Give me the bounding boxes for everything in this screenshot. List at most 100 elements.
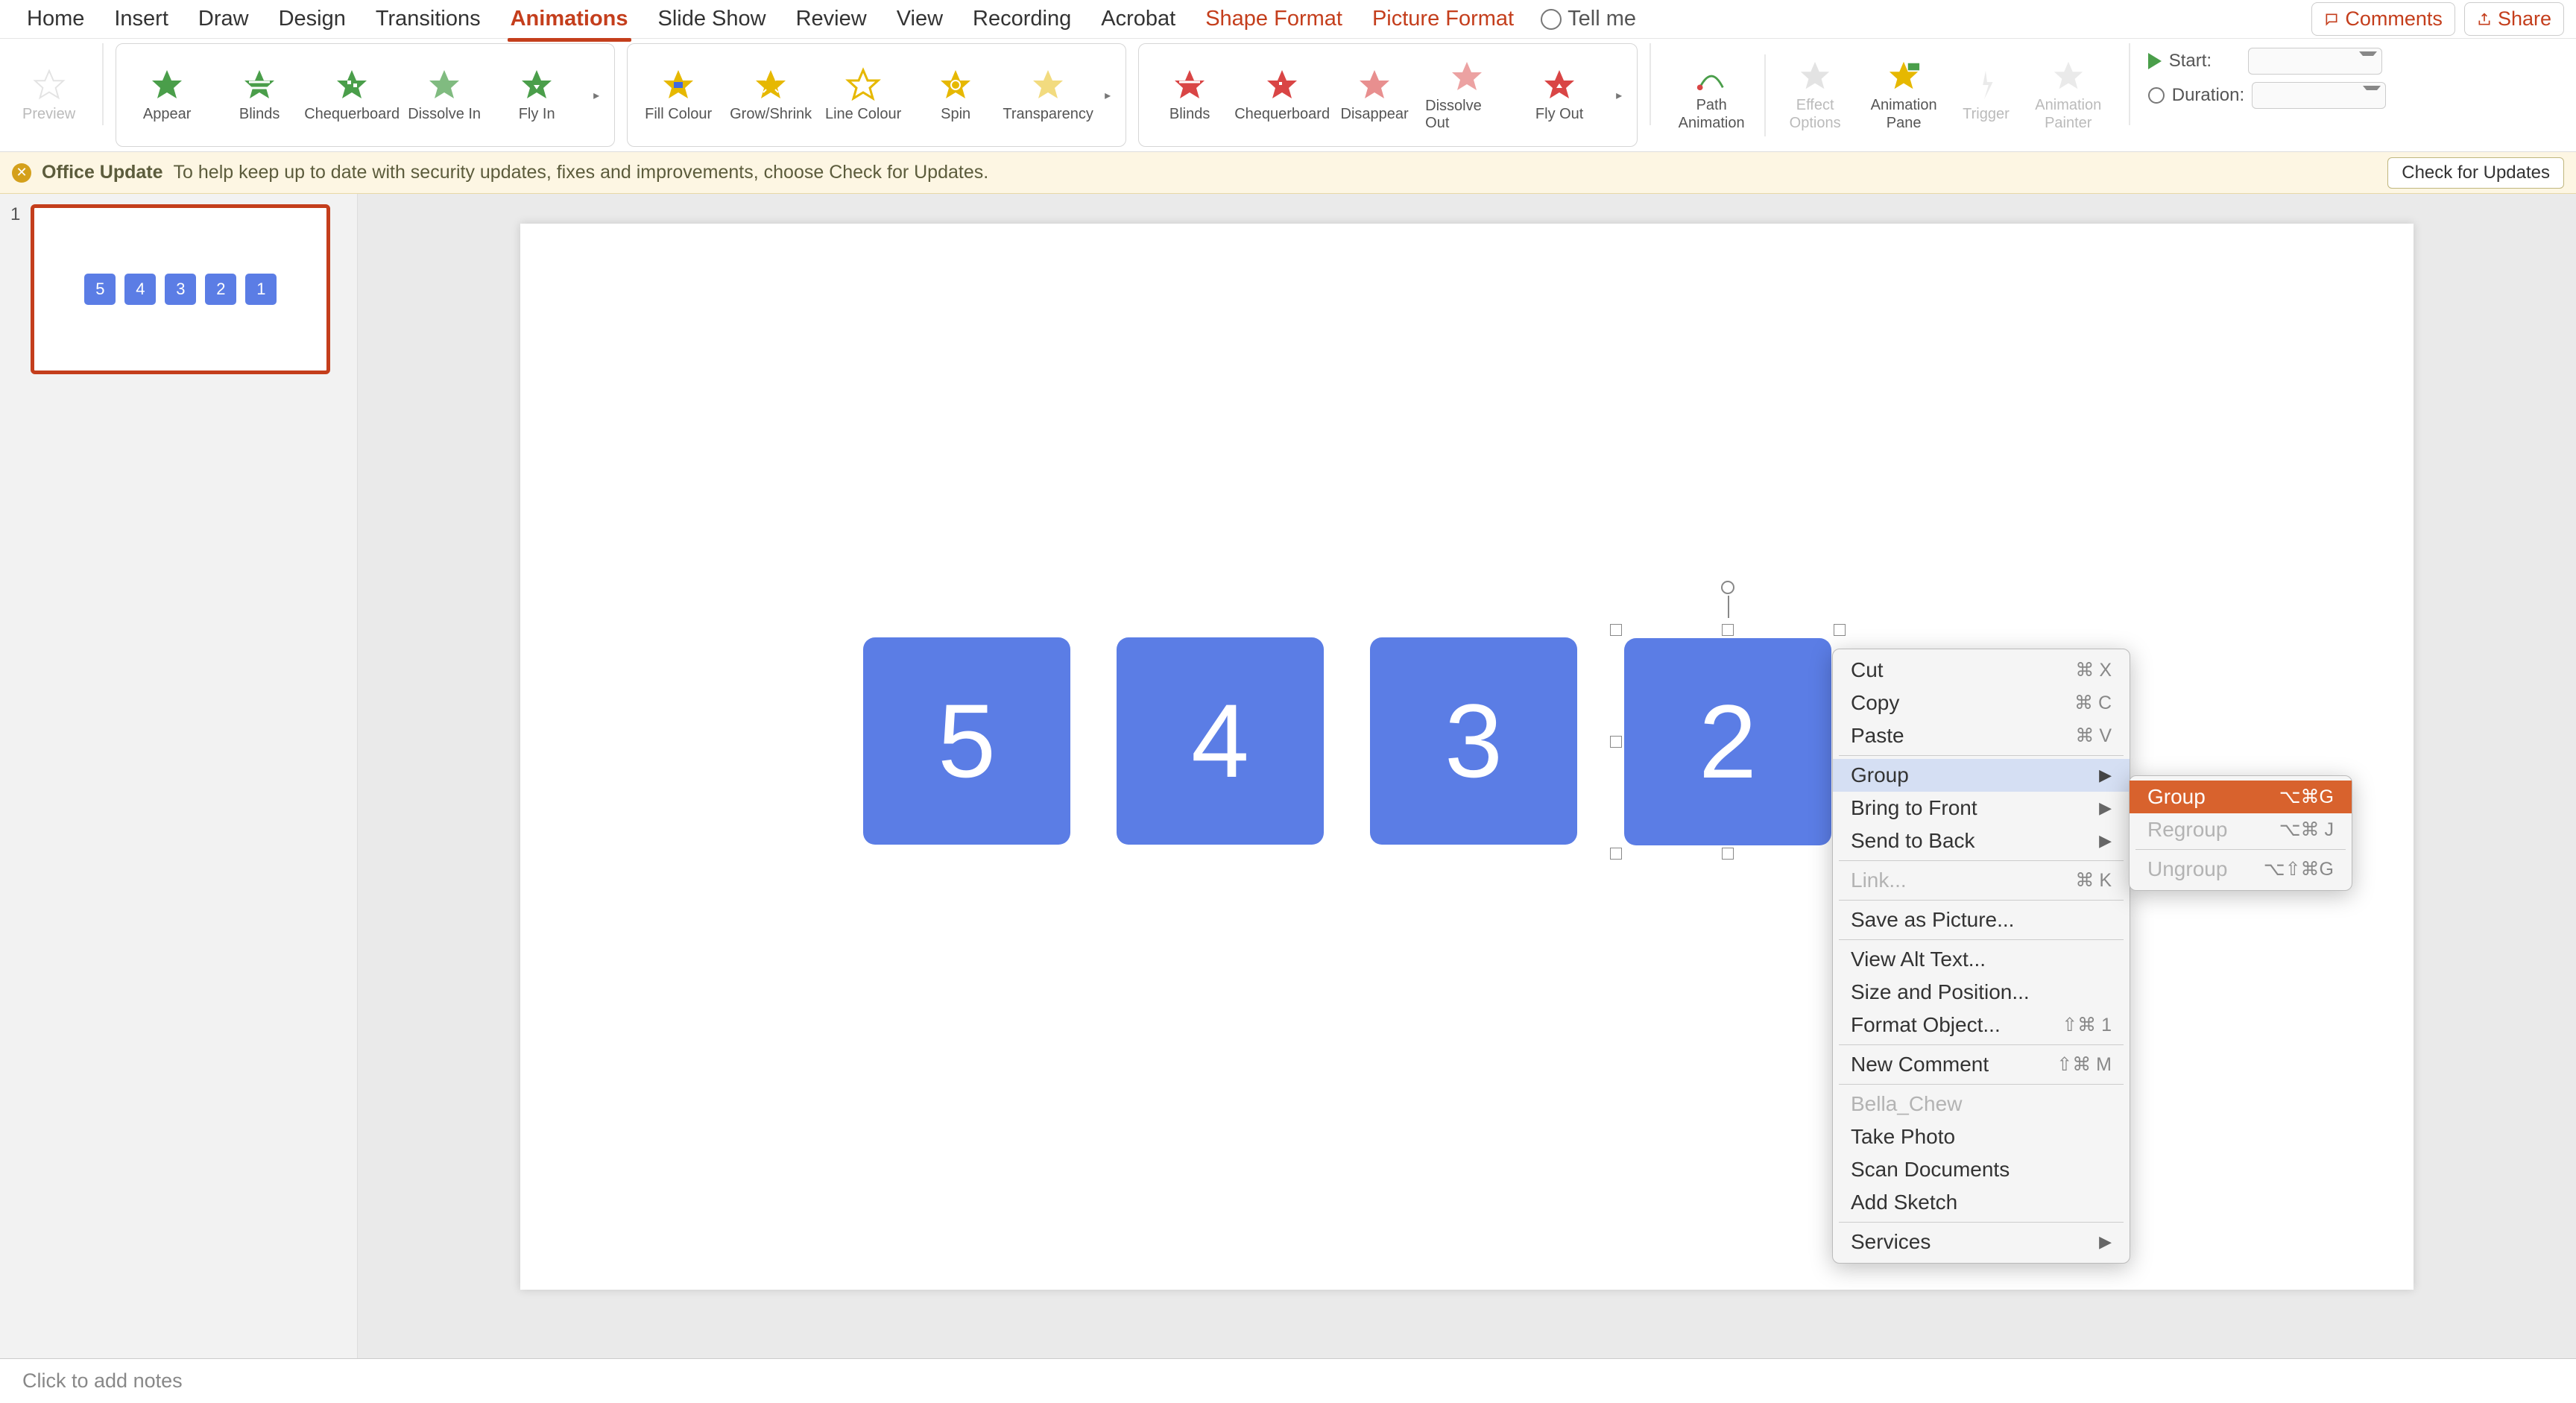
effect-dissolve-out[interactable]: Dissolve Out: [1425, 59, 1509, 132]
effect-options-button[interactable]: Effect Options: [1779, 56, 1851, 135]
menu-copy[interactable]: Copy⌘ C: [1833, 687, 2130, 719]
tab-animations[interactable]: Animations: [496, 0, 643, 40]
menu-bring-front[interactable]: Bring to Front▶: [1833, 792, 2130, 825]
thumb-shape: 4: [124, 274, 156, 305]
tab-slide-show[interactable]: Slide Show: [643, 0, 781, 40]
menu-services[interactable]: Services▶: [1833, 1226, 2130, 1258]
menu-separator: [1839, 1044, 2124, 1045]
duration-label: Duration:: [2172, 85, 2244, 106]
thumb-shape: 3: [165, 274, 196, 305]
slide-canvas[interactable]: 5 4 3 2 Cut⌘ X Copy⌘ C Paste⌘ V: [520, 224, 2414, 1290]
tab-review[interactable]: Review: [781, 0, 882, 40]
ribbon-tabs: Home Insert Draw Design Transitions Anim…: [0, 0, 2576, 39]
star-green-icon: [149, 67, 185, 103]
star-red-icon: [1357, 67, 1392, 103]
effect-dissolve-in[interactable]: Dissolve In: [402, 67, 486, 123]
effect-chequerboard-exit[interactable]: Chequerboard: [1240, 67, 1324, 123]
timing-group: Start: Duration:: [2142, 43, 2392, 147]
star-yellow-icon: [845, 67, 881, 103]
menu-save-picture[interactable]: Save as Picture...: [1833, 904, 2130, 936]
menu-separator: [1839, 1084, 2124, 1085]
trigger-button[interactable]: Trigger: [1957, 65, 2015, 126]
effect-grow-shrink[interactable]: Grow/Shrink: [729, 67, 812, 123]
effect-fly-in[interactable]: Fly In: [495, 67, 578, 123]
animation-pane-button[interactable]: Animation Pane: [1864, 56, 1943, 135]
resize-handle-nw[interactable]: [1610, 624, 1622, 636]
effect-blinds[interactable]: Blinds: [218, 67, 301, 123]
play-icon: [2148, 53, 2162, 69]
tell-me-label: Tell me: [1568, 7, 1636, 31]
effect-line-colour[interactable]: Line Colour: [821, 67, 905, 123]
effect-fill-colour[interactable]: Fill Colour: [637, 67, 720, 123]
check-updates-button[interactable]: Check for Updates: [2387, 157, 2564, 189]
menu-new-comment[interactable]: New Comment⇧⌘ M: [1833, 1048, 2130, 1081]
animation-painter-button[interactable]: Animation Painter: [2029, 56, 2108, 135]
slide-thumbnail-1[interactable]: 5 4 3 2 1: [31, 204, 330, 374]
duration-input[interactable]: [2252, 82, 2386, 109]
tab-recording[interactable]: Recording: [958, 0, 1086, 40]
slide-thumbnail-panel: 1 5 4 3 2 1: [0, 194, 358, 1358]
shape-3[interactable]: 3: [1370, 637, 1577, 845]
menu-send-back[interactable]: Send to Back▶: [1833, 825, 2130, 857]
resize-handle-s[interactable]: [1722, 848, 1734, 860]
tab-draw[interactable]: Draw: [183, 0, 264, 40]
resize-handle-n[interactable]: [1722, 624, 1734, 636]
advanced-animation-group: Path Animation Effect Options Animation …: [1663, 43, 2117, 147]
effect-disappear[interactable]: Disappear: [1333, 67, 1416, 123]
tell-me-search[interactable]: Tell me: [1541, 7, 1636, 31]
menu-alt-text[interactable]: View Alt Text...: [1833, 943, 2130, 976]
exit-more-dropdown[interactable]: ▸: [1610, 62, 1628, 129]
tab-design[interactable]: Design: [264, 0, 361, 40]
effect-transparency[interactable]: Transparency: [1006, 67, 1090, 123]
chevron-right-icon: ▶: [2099, 766, 2112, 785]
shape-2-selected[interactable]: 2: [1624, 638, 1831, 845]
selection-box[interactable]: 2: [1616, 630, 1840, 854]
separator: [102, 43, 104, 125]
effect-blinds-exit[interactable]: Blinds: [1148, 67, 1231, 123]
slide-editor[interactable]: 5 4 3 2 Cut⌘ X Copy⌘ C Paste⌘ V: [358, 194, 2576, 1358]
menu-format-object[interactable]: Format Object...⇧⌘ 1: [1833, 1009, 2130, 1041]
share-button[interactable]: Share: [2464, 2, 2564, 36]
tab-transitions[interactable]: Transitions: [361, 0, 496, 40]
ribbon-content: Preview Appear Blinds Chequerboard Disso…: [0, 39, 2576, 152]
effect-fly-out[interactable]: Fly Out: [1518, 67, 1601, 123]
menu-group[interactable]: Group▶: [1833, 759, 2130, 792]
notes-placeholder: Click to add notes: [22, 1369, 183, 1393]
resize-handle-ne[interactable]: [1834, 624, 1846, 636]
office-update-notification: ✕ Office Update To help keep up to date …: [0, 152, 2576, 194]
tab-shape-format[interactable]: Shape Format: [1190, 0, 1357, 40]
effect-spin[interactable]: Spin: [914, 67, 997, 123]
entrance-more-dropdown[interactable]: ▸: [587, 62, 605, 129]
tab-insert[interactable]: Insert: [99, 0, 183, 40]
tab-picture-format[interactable]: Picture Format: [1357, 0, 1529, 40]
start-dropdown[interactable]: [2248, 48, 2382, 75]
submenu-group[interactable]: Group⌥⌘G: [2130, 781, 2352, 813]
menu-cut[interactable]: Cut⌘ X: [1833, 654, 2130, 687]
separator: [1764, 54, 1766, 136]
shape-5[interactable]: 5: [863, 637, 1070, 845]
effect-options-icon: [1798, 59, 1832, 93]
notes-pane[interactable]: Click to add notes: [0, 1358, 2576, 1403]
clock-icon: [2148, 87, 2165, 104]
tab-view[interactable]: View: [882, 0, 958, 40]
resize-handle-w[interactable]: [1610, 736, 1622, 748]
effect-appear[interactable]: Appear: [125, 67, 209, 123]
menu-take-photo[interactable]: Take Photo: [1833, 1120, 2130, 1153]
effect-chequerboard[interactable]: Chequerboard: [310, 67, 394, 123]
group-submenu: Group⌥⌘G Regroup⌥⌘ J Ungroup⌥⇧⌘G: [2129, 775, 2352, 891]
menu-scan-documents[interactable]: Scan Documents: [1833, 1153, 2130, 1186]
tab-acrobat[interactable]: Acrobat: [1086, 0, 1190, 40]
path-animation-button[interactable]: Path Animation: [1672, 56, 1751, 135]
menu-paste[interactable]: Paste⌘ V: [1833, 719, 2130, 752]
share-icon: [2477, 12, 2492, 27]
preview-button[interactable]: Preview: [16, 65, 81, 126]
menu-size-position[interactable]: Size and Position...: [1833, 976, 2130, 1009]
shape-4[interactable]: 4: [1117, 637, 1324, 845]
resize-handle-sw[interactable]: [1610, 848, 1622, 860]
menu-add-sketch[interactable]: Add Sketch: [1833, 1186, 2130, 1219]
comments-button[interactable]: Comments: [2311, 2, 2455, 36]
rotate-handle[interactable]: [1721, 581, 1734, 594]
tab-home[interactable]: Home: [12, 0, 99, 40]
emphasis-more-dropdown[interactable]: ▸: [1099, 62, 1117, 129]
menu-separator: [1839, 755, 2124, 756]
